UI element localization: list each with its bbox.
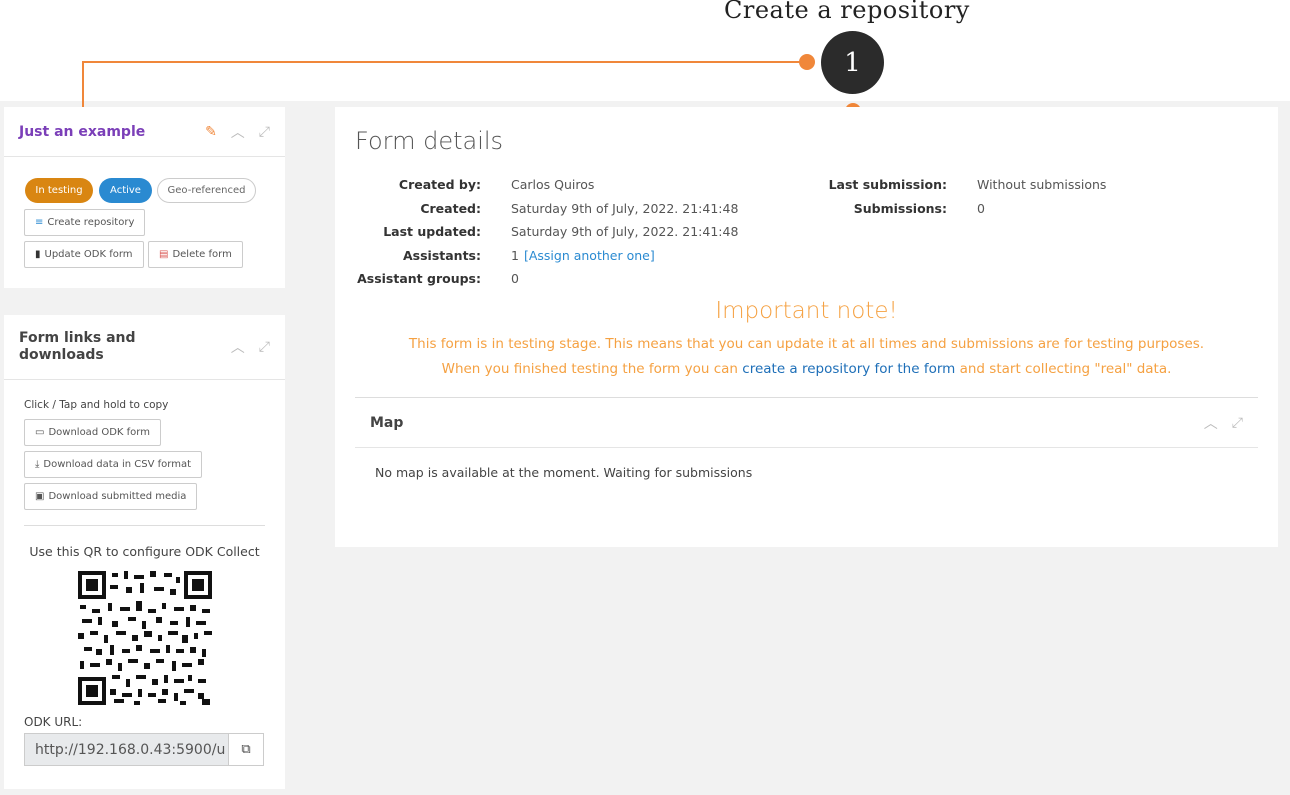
images-icon: ▣	[35, 491, 45, 502]
download-odk-label: Download ODK form	[48, 427, 150, 438]
download-csv-label: Download data in CSV format	[43, 459, 192, 470]
assistants-label: Assistants:	[402, 248, 481, 263]
links-divider	[24, 525, 265, 526]
callout-dot-left	[799, 54, 815, 70]
submissions-value: 0	[977, 201, 985, 216]
odk-url-field[interactable]: http://192.168.0.43:5900/u	[24, 733, 229, 766]
detail-created: Created: Saturday 9th of July, 2022. 21:…	[335, 201, 738, 216]
form-title: Just an example	[19, 123, 146, 140]
form-links-header: Form links and downloads ︿ ⤢	[4, 315, 285, 380]
important-note-title: Important note!	[715, 298, 898, 324]
collapse-chevron-up-icon[interactable]: ︿	[231, 337, 245, 357]
important-note-line2: When you finished testing the form you c…	[335, 361, 1278, 377]
map-message: No map is available at the moment. Waiti…	[375, 465, 753, 480]
map-section: Map ︿ ⤢ No map is available at the momen…	[355, 397, 1258, 538]
download-media-button[interactable]: ▣ Download submitted media	[24, 483, 198, 510]
collapse-chevron-up-icon[interactable]: ︿	[1204, 413, 1218, 433]
last-submission-label: Last submission:	[828, 177, 947, 192]
collapse-chevron-up-icon[interactable]: ︿	[231, 122, 245, 142]
trash-icon: ▤	[159, 249, 169, 260]
note-line2-prefix: When you finished testing the form you c…	[441, 361, 743, 377]
expand-icon[interactable]: ⤢	[259, 124, 270, 140]
download-csv-button[interactable]: ⤓ Download data in CSV format	[24, 451, 203, 478]
callout-title: Create a repository	[724, 0, 970, 24]
map-title: Map	[370, 414, 404, 431]
assistant-groups-value: 0	[511, 271, 519, 286]
form-links-tools: ︿ ⤢	[231, 337, 270, 357]
qr-code-image	[78, 571, 212, 705]
last-updated-label: Last updated:	[383, 224, 481, 239]
odk-url-label: ODK URL:	[24, 715, 83, 729]
qr-instruction: Use this QR to configure ODK Collect	[29, 544, 260, 559]
created-value: Saturday 9th of July, 2022. 21:41:48	[511, 201, 739, 216]
created-by-value: Carlos Quiros	[511, 177, 595, 192]
expand-icon[interactable]: ⤢	[259, 339, 270, 355]
assistants-count: 1	[511, 248, 519, 263]
copy-hint: Click / Tap and hold to copy	[24, 399, 169, 411]
important-note-line1: This form is in testing stage. This mean…	[408, 336, 1205, 352]
update-form-label: Update ODK form	[44, 249, 133, 260]
detail-submissions: Submissions: 0	[775, 201, 985, 216]
download-media-label: Download submitted media	[48, 491, 187, 502]
copy-icon: ⧉	[241, 742, 251, 757]
update-odk-form-button[interactable]: ▮ Update ODK form	[24, 241, 144, 268]
form-links-title-line2: downloads	[19, 347, 104, 363]
badge-geo-referenced[interactable]: Geo-referenced	[157, 178, 256, 203]
note-line2-suffix: and start collecting "real" data.	[955, 361, 1172, 377]
map-tools: ︿ ⤢	[1204, 413, 1243, 433]
last-updated-value: Saturday 9th of July, 2022. 21:41:48	[511, 224, 739, 239]
file-upload-icon: ▮	[35, 249, 41, 260]
form-details-panel: Form details Created by: Carlos Quiros C…	[335, 107, 1278, 547]
detail-last-updated: Last updated: Saturday 9th of July, 2022…	[335, 224, 738, 239]
form-card-header: Just an example ✎ ︿ ⤢	[4, 107, 285, 157]
edit-pencil-icon[interactable]: ✎	[205, 124, 217, 140]
odk-url-group: http://192.168.0.43:5900/u ⧉	[24, 733, 264, 766]
badge-active[interactable]: Active	[99, 178, 152, 203]
map-header: Map ︿ ⤢	[355, 398, 1258, 448]
detail-last-submission: Last submission: Without submissions	[775, 177, 1107, 192]
database-icon: ≡	[35, 217, 44, 228]
form-card-tools: ✎ ︿ ⤢	[205, 122, 270, 142]
copy-url-button[interactable]: ⧉	[229, 733, 264, 766]
badge-in-testing[interactable]: In testing	[25, 178, 93, 203]
detail-assistant-groups: Assistant groups: 0	[335, 271, 519, 286]
create-repository-link[interactable]: create a repository for the form	[742, 361, 955, 377]
create-repository-button[interactable]: ≡ Create repository	[24, 209, 146, 236]
download-icon: ⤓	[35, 459, 40, 470]
submissions-label: Submissions:	[853, 201, 947, 216]
delete-form-label: Delete form	[172, 249, 232, 260]
form-links-title-line1: Form links and	[19, 330, 136, 346]
assign-assistant-link[interactable]: [Assign another one]	[524, 248, 655, 263]
created-by-label: Created by:	[398, 177, 481, 192]
detail-assistants: Assistants: 1 [Assign another one]	[335, 248, 655, 263]
created-label: Created:	[420, 201, 481, 216]
detail-created-by: Created by: Carlos Quiros	[335, 177, 595, 192]
form-icon: ▭	[35, 427, 45, 438]
form-links-card: Form links and downloads ︿ ⤢ Click / Tap…	[4, 315, 285, 789]
form-card: Just an example ✎ ︿ ⤢ In testing Active …	[4, 107, 285, 288]
callout-line-horizontal	[82, 61, 807, 63]
expand-icon[interactable]: ⤢	[1232, 415, 1243, 431]
delete-form-button[interactable]: ▤ Delete form	[148, 241, 243, 268]
download-odk-form-button[interactable]: ▭ Download ODK form	[24, 419, 161, 446]
form-links-title: Form links and downloads	[19, 330, 136, 364]
form-details-title: Form details	[355, 127, 504, 155]
callout-number-badge: 1	[821, 31, 884, 94]
create-repository-label: Create repository	[47, 217, 135, 228]
last-submission-value: Without submissions	[977, 177, 1107, 192]
assistant-groups-label: Assistant groups:	[357, 271, 481, 286]
